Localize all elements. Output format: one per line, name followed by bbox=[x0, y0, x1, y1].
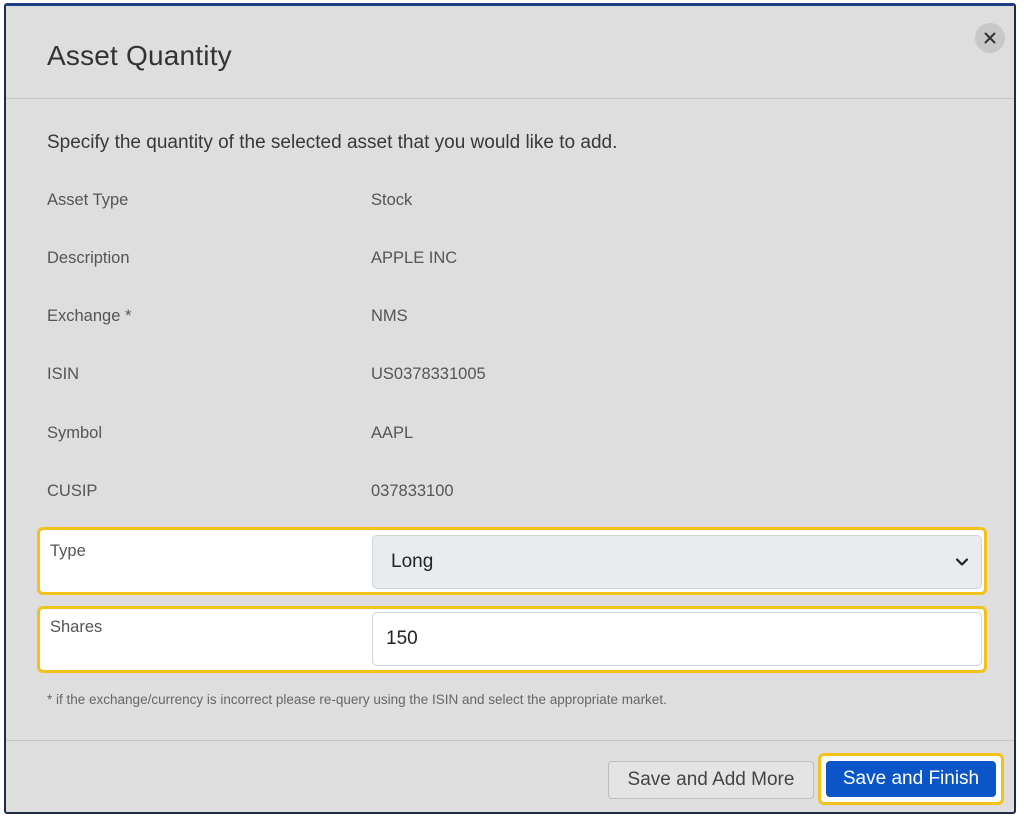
field-row-symbol: Symbol AAPL bbox=[47, 424, 987, 448]
field-label: Exchange * bbox=[47, 307, 132, 325]
exchange-footnote: * if the exchange/currency is incorrect … bbox=[47, 692, 667, 707]
field-value: NMS bbox=[371, 307, 408, 325]
field-label: CUSIP bbox=[47, 482, 98, 500]
close-icon bbox=[984, 32, 996, 44]
type-select-value: Long bbox=[391, 551, 434, 572]
type-select[interactable]: Long bbox=[372, 535, 982, 589]
field-row-exchange: Exchange * NMS bbox=[47, 307, 987, 331]
chevron-down-icon bbox=[955, 558, 969, 566]
type-field-row: Type Long bbox=[37, 527, 987, 595]
save-and-finish-focus-ring: Save and Finish bbox=[818, 753, 1004, 805]
field-value: US0378331005 bbox=[371, 365, 486, 383]
field-label: Description bbox=[47, 249, 130, 267]
field-row-cusip: CUSIP 037833100 bbox=[47, 482, 987, 506]
field-value: 037833100 bbox=[371, 482, 454, 500]
shares-input[interactable] bbox=[372, 612, 982, 666]
field-row-isin: ISIN US0378331005 bbox=[47, 365, 987, 389]
dialog-intro: Specify the quantity of the selected ass… bbox=[47, 132, 618, 153]
type-label: Type bbox=[50, 542, 86, 560]
field-label: ISIN bbox=[47, 365, 80, 383]
close-button[interactable] bbox=[975, 23, 1005, 53]
field-value: AAPL bbox=[371, 424, 414, 442]
footer-divider bbox=[6, 740, 1014, 741]
asset-quantity-dialog: Asset Quantity Specify the quantity of t… bbox=[4, 3, 1016, 814]
dialog-title: Asset Quantity bbox=[47, 40, 232, 71]
field-label: Symbol bbox=[47, 424, 103, 442]
field-label: Asset Type bbox=[47, 191, 129, 209]
save-and-add-more-button[interactable]: Save and Add More bbox=[608, 761, 814, 799]
save-and-finish-button[interactable]: Save and Finish bbox=[826, 761, 996, 797]
field-value: APPLE INC bbox=[371, 249, 458, 267]
field-row-asset-type: Asset Type Stock bbox=[47, 191, 987, 215]
field-row-description: Description APPLE INC bbox=[47, 249, 987, 273]
shares-label: Shares bbox=[50, 618, 103, 636]
field-value: Stock bbox=[371, 191, 413, 209]
shares-field-row: Shares bbox=[37, 606, 987, 673]
header-divider bbox=[6, 98, 1014, 99]
